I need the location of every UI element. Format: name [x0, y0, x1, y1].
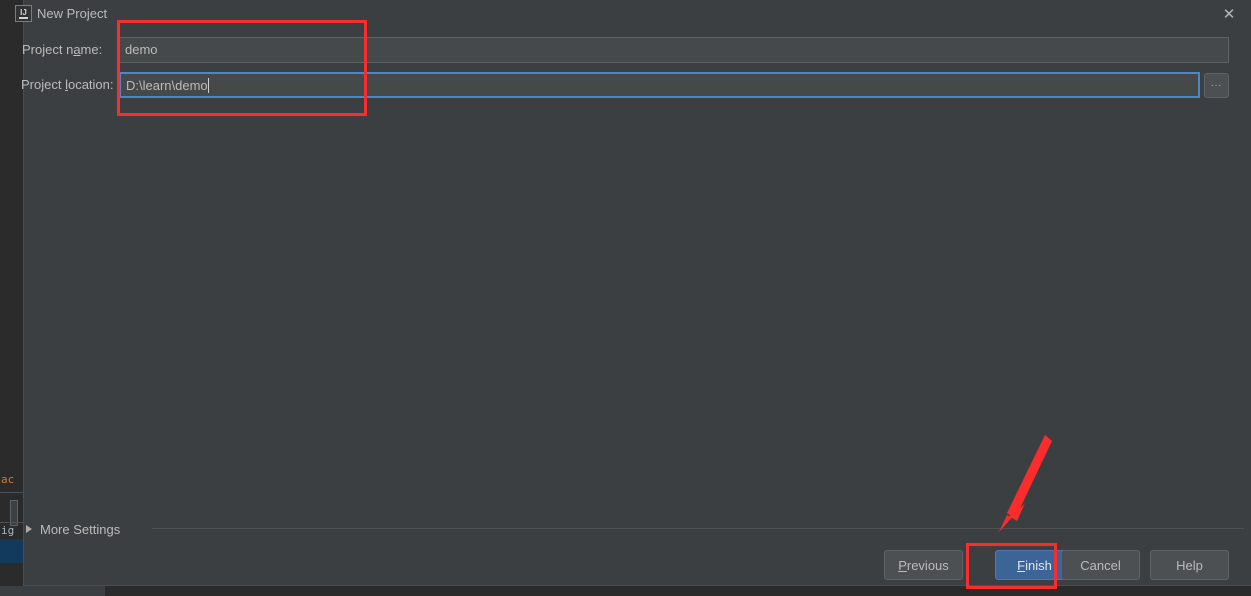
project-name-label: Project name:: [22, 42, 103, 57]
screen: ac ig IJ New Project ✕ Project name: dem…: [0, 0, 1251, 596]
previous-button[interactable]: Previous: [884, 550, 963, 580]
project-location-input[interactable]: D:\learn\demo: [119, 72, 1200, 98]
new-project-dialog: IJ New Project ✕ Project name: demo Proj…: [15, 0, 1251, 586]
text-caret: [207, 78, 209, 93]
ide-status-bar: [0, 586, 105, 596]
ide-fragment-text-1: ac: [1, 473, 15, 486]
chevron-right-icon: [26, 525, 32, 533]
dialog-title: New Project: [37, 6, 108, 21]
project-name-input[interactable]: demo: [119, 37, 1229, 63]
close-icon[interactable]: ✕: [1206, 0, 1251, 28]
intellij-idea-icon: IJ: [15, 5, 32, 22]
ide-separator-1: [0, 492, 24, 493]
more-settings-separator: [152, 528, 1244, 529]
cancel-button[interactable]: Cancel: [1061, 550, 1140, 580]
browse-location-button[interactable]: ...: [1204, 73, 1229, 98]
help-button[interactable]: Help: [1150, 550, 1229, 580]
more-settings-toggle[interactable]: More Settings: [26, 519, 120, 539]
ide-separator-2: [0, 522, 24, 523]
ide-fragment-text-2: ig: [1, 524, 15, 537]
project-location-label: Project location:: [21, 77, 114, 92]
dialog-titlebar: IJ New Project ✕: [15, 0, 1251, 28]
ellipsis-icon: ...: [1210, 77, 1223, 89]
ide-selected-row: [0, 539, 24, 563]
more-settings-label: More Settings: [40, 521, 121, 537]
